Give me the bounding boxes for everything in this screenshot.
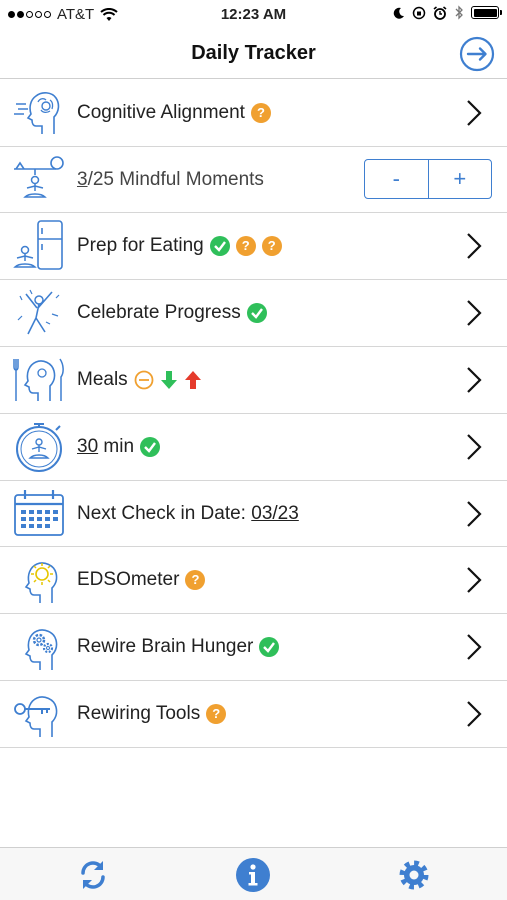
row-text: Celebrate Progress: [77, 302, 241, 323]
row-label: Cognitive Alignment ?: [77, 102, 271, 124]
row-rewire-brain-hunger[interactable]: Rewire Brain Hunger: [0, 614, 507, 681]
settings-gear-icon[interactable]: [396, 857, 432, 893]
row-text: Prep for Eating: [77, 235, 204, 256]
moon-icon: [393, 7, 404, 19]
tracker-list: Cognitive Alignment ? 3/25 Mindful Momen…: [0, 79, 507, 748]
row-label: 30 min: [77, 436, 161, 458]
calendar-icon: [14, 490, 64, 536]
question-badge: ?: [206, 704, 227, 724]
row-prep-for-eating[interactable]: Prep for Eating ? ?: [0, 213, 507, 280]
question-badge: ?: [235, 236, 256, 256]
brain-profile-icon: [14, 92, 60, 134]
logout-icon[interactable]: [459, 36, 495, 72]
page-title: Daily Tracker: [191, 42, 316, 64]
row-text: Rewire Brain Hunger: [77, 636, 254, 657]
chevron-right-icon: [467, 501, 482, 527]
chevron-right-icon: [467, 233, 482, 259]
timer-minutes: 30: [77, 436, 99, 457]
info-icon[interactable]: [235, 857, 271, 893]
chevron-right-icon: [467, 300, 482, 326]
row-timer[interactable]: 30 min: [0, 414, 507, 481]
row-text: Cognitive Alignment: [77, 102, 245, 123]
navigation-bar: Daily Tracker: [0, 30, 507, 79]
decrement-button[interactable]: -: [365, 160, 429, 198]
status-right: [393, 5, 502, 20]
row-cognitive-alignment[interactable]: Cognitive Alignment ?: [0, 79, 507, 147]
row-text: Rewiring Tools: [77, 703, 201, 724]
chevron-right-icon: [467, 634, 482, 660]
row-label: 3/25 Mindful Moments: [77, 169, 264, 191]
mindful-count: 3: [77, 169, 88, 190]
stopwatch-meditation-icon: [16, 423, 62, 472]
question-badge: ?: [261, 236, 282, 256]
up-arrow-icon: [184, 371, 201, 389]
row-meals[interactable]: Meals: [0, 347, 507, 414]
alarm-icon: [433, 5, 447, 20]
row-label: EDSOmeter ?: [77, 569, 206, 591]
row-text: /25 Mindful Moments: [87, 169, 264, 190]
row-text: min: [98, 436, 135, 457]
refresh-icon[interactable]: [75, 857, 111, 893]
check-badge: [209, 236, 230, 256]
bluetooth-icon: [455, 5, 463, 20]
question-badge: ?: [185, 570, 206, 590]
row-text: Meals: [77, 369, 128, 390]
check-badge: [259, 637, 280, 657]
row-label: Rewire Brain Hunger: [77, 636, 280, 658]
row-text: EDSOmeter: [77, 569, 180, 590]
check-badge: [246, 303, 267, 323]
celebrating-figure-icon: [17, 289, 60, 335]
chevron-right-icon: [467, 434, 482, 460]
bottom-toolbar: [0, 847, 507, 900]
row-edsometer[interactable]: EDSOmeter ?: [0, 547, 507, 614]
head-sun-icon: [24, 562, 58, 603]
meditation-balance-icon: [14, 156, 64, 198]
head-gears-icon: [24, 629, 58, 670]
row-label: Celebrate Progress: [77, 302, 267, 324]
orientation-lock-icon: [412, 6, 426, 19]
chevron-right-icon: [467, 567, 482, 593]
check-in-date: 03/23: [251, 503, 299, 524]
row-label: Next Check in Date: 03/23: [77, 503, 299, 525]
status-bar: AT&T 12:23 AM: [0, 0, 507, 30]
row-text: Next Check in Date:: [77, 503, 252, 524]
head-key-icon: [14, 696, 58, 737]
question-badge: ?: [250, 103, 271, 123]
fridge-meditation-icon: [13, 220, 63, 270]
check-badge: [140, 437, 161, 457]
chevron-right-icon: [467, 367, 482, 393]
row-next-check-in[interactable]: Next Check in Date: 03/23: [0, 481, 507, 547]
chevron-right-icon: [467, 100, 482, 126]
row-mindful-moments: 3/25 Mindful Moments - +: [0, 147, 507, 213]
row-label: Meals: [77, 369, 202, 391]
mindful-stepper[interactable]: - +: [364, 159, 492, 199]
row-celebrate-progress[interactable]: Celebrate Progress: [0, 280, 507, 347]
chevron-right-icon: [467, 701, 482, 727]
increment-button[interactable]: +: [429, 160, 492, 198]
head-fork-knife-icon: [13, 358, 64, 401]
neutral-circle-icon: [134, 370, 154, 390]
row-label: Prep for Eating ? ?: [77, 235, 282, 257]
row-label: Rewiring Tools ?: [77, 703, 227, 725]
battery-icon: [471, 6, 502, 19]
row-rewiring-tools[interactable]: Rewiring Tools ?: [0, 681, 507, 748]
down-arrow-icon: [160, 371, 177, 389]
